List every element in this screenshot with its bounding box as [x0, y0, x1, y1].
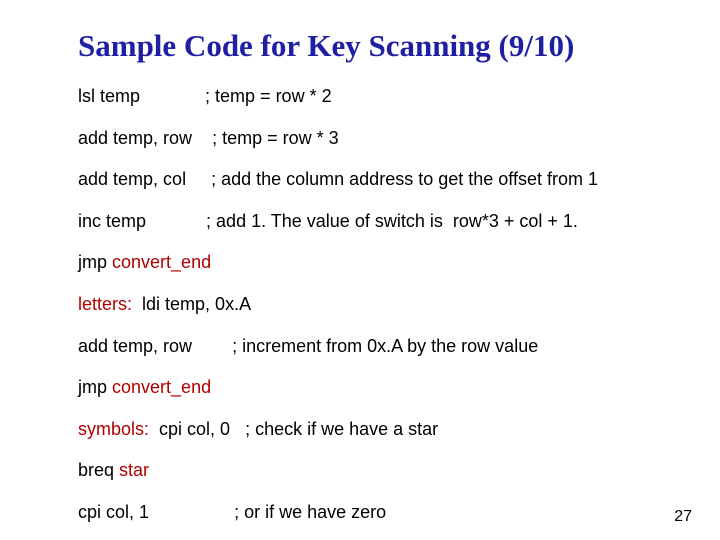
jump-target: convert_end: [112, 377, 211, 397]
comment: ; or if we have zero: [234, 502, 386, 522]
jump-target: star: [119, 460, 149, 480]
code-line-9: symbols: cpi col, 0 ; check if we have a…: [78, 419, 662, 441]
code-line-5: jmp convert_end: [78, 252, 662, 274]
code-line-10: breq star: [78, 460, 662, 482]
instr: inc temp: [78, 211, 146, 231]
code-line-11: cpi col, 1 ; or if we have zero: [78, 502, 662, 524]
instr: add temp, col: [78, 169, 186, 189]
pad: [149, 502, 234, 522]
slide-title: Sample Code for Key Scanning (9/10): [78, 28, 662, 64]
comment: ; increment from 0x.A by the row value: [232, 336, 538, 356]
pad: [140, 86, 205, 106]
instr: lsl temp: [78, 86, 140, 106]
pad: [186, 169, 211, 189]
comment: ; check if we have a star: [245, 419, 438, 439]
comment: ; add the column address to get the offs…: [211, 169, 598, 189]
comment: ; temp = row * 2: [205, 86, 332, 106]
page-number: 27: [674, 508, 692, 526]
instr: jmp: [78, 252, 112, 272]
code-line-7: add temp, row ; increment from 0x.A by t…: [78, 336, 662, 358]
instr: cpi col, 1: [78, 502, 149, 522]
code-line-8: jmp convert_end: [78, 377, 662, 399]
instr: add temp, row: [78, 336, 192, 356]
pad: [230, 419, 245, 439]
pad: [192, 128, 212, 148]
instr: cpi col, 0: [149, 419, 230, 439]
instr: breq: [78, 460, 119, 480]
comment: ; add 1. The value of switch is row*3 + …: [206, 211, 578, 231]
code-line-4: inc temp ; add 1. The value of switch is…: [78, 211, 662, 233]
instr: ldi temp, 0x.A: [132, 294, 251, 314]
instr: jmp: [78, 377, 112, 397]
code-line-3: add temp, col ; add the column address t…: [78, 169, 662, 191]
code-line-2: add temp, row ; temp = row * 3: [78, 128, 662, 150]
slide: Sample Code for Key Scanning (9/10) lsl …: [0, 0, 720, 540]
instr: add temp, row: [78, 128, 192, 148]
pad: [192, 336, 232, 356]
comment: ; temp = row * 3: [212, 128, 339, 148]
code-line-6: letters: ldi temp, 0x.A: [78, 294, 662, 316]
label-symbols: symbols:: [78, 419, 149, 439]
pad: [146, 211, 206, 231]
label-letters: letters:: [78, 294, 132, 314]
jump-target: convert_end: [112, 252, 211, 272]
code-line-1: lsl temp ; temp = row * 2: [78, 86, 662, 108]
